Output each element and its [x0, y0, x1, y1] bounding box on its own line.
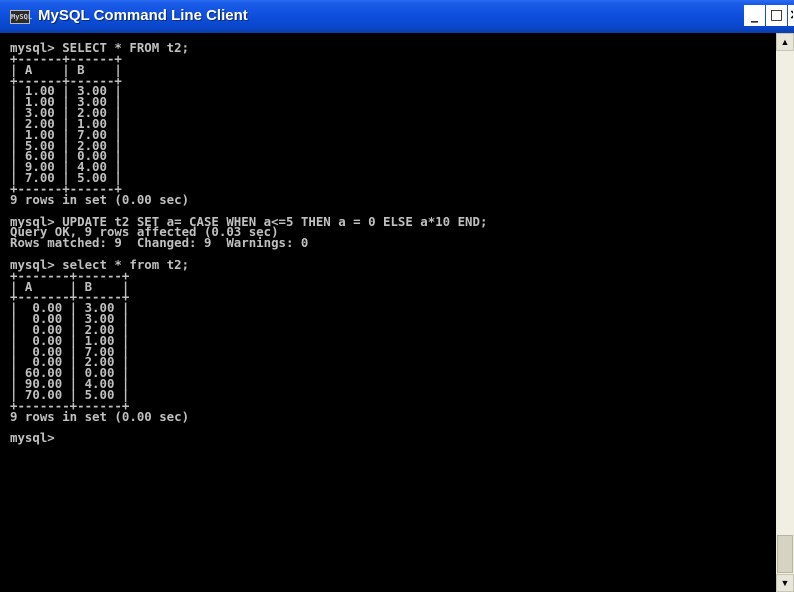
window-title: MySQL Command Line Client [38, 7, 248, 24]
mysql-console-window: MySQL MySQL Command Line Client _ □ × my… [0, 0, 794, 592]
mysql-app-icon[interactable]: MySQL [10, 10, 32, 24]
title-bar[interactable]: MySQL MySQL Command Line Client _ □ × [0, 0, 794, 33]
scroll-down-arrow-icon[interactable]: ▼ [776, 574, 794, 592]
minimize-button[interactable]: _ [744, 5, 765, 26]
close-button[interactable]: × [788, 5, 794, 26]
console-output-area[interactable]: mysql> SELECT * FROM t2; +------+------+… [4, 33, 776, 592]
vertical-scrollbar[interactable]: ▲ ▼ [776, 33, 794, 592]
maximize-button[interactable]: □ [766, 5, 787, 26]
console-text: mysql> SELECT * FROM t2; +------+------+… [10, 40, 488, 446]
scroll-up-arrow-icon[interactable]: ▲ [776, 33, 794, 51]
scrollbar-thumb[interactable] [777, 535, 793, 573]
